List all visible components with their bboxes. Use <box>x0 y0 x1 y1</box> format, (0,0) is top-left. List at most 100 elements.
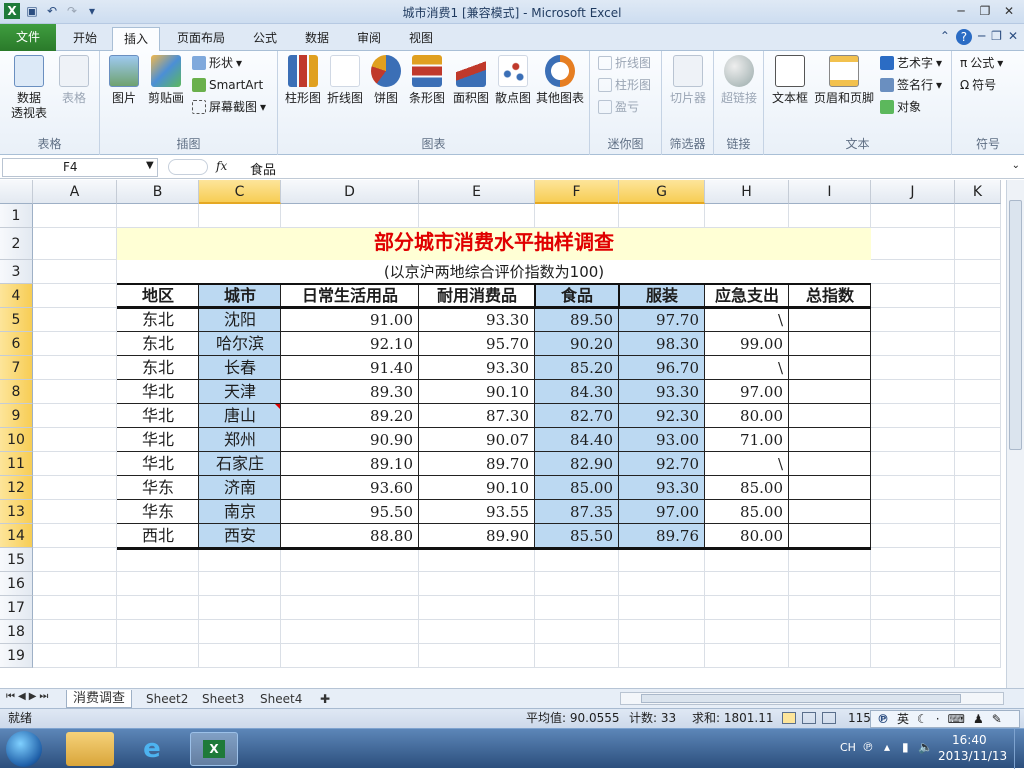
table-cell[interactable]: 西安 <box>199 524 281 548</box>
table-cell[interactable]: 95.70 <box>419 332 535 356</box>
table-cell[interactable]: 92.30 <box>619 404 705 428</box>
row-header[interactable]: 15 <box>0 548 33 572</box>
slicer-button[interactable]: 切片器 <box>666 55 710 106</box>
hyperlink-button[interactable]: 超链接 <box>718 55 760 106</box>
row-header[interactable]: 7 <box>0 356 33 380</box>
insert-sheet-icon[interactable]: ✚ <box>314 690 336 708</box>
shapes-button[interactable]: 形状 ▾ <box>192 55 242 71</box>
table-cell[interactable]: 85.00 <box>705 500 789 524</box>
column-header[interactable]: D <box>281 180 419 204</box>
table-cell[interactable]: 85.00 <box>535 476 619 500</box>
page-break-view-icon[interactable] <box>822 712 836 724</box>
column-header[interactable]: G <box>619 180 705 204</box>
doc-minimize-icon[interactable]: ─ <box>978 29 985 45</box>
zoom-level[interactable]: 115 <box>848 709 871 728</box>
table-header-cell[interactable]: 日常生活用品 <box>281 284 419 308</box>
table-cell[interactable]: 哈尔滨 <box>199 332 281 356</box>
row-header[interactable]: 11 <box>0 452 33 476</box>
row-header[interactable]: 13 <box>0 500 33 524</box>
worksheet-grid[interactable]: A B C D E F G H I J K 1 2 3 4 5 6 7 8 9 10 11 12 13 14 15 16 17 18 19… <box>0 180 1006 688</box>
row-header[interactable]: 19 <box>0 644 33 668</box>
textbox-button[interactable]: 文本框 <box>768 55 812 106</box>
table-header-cell[interactable]: 城市 <box>199 284 281 308</box>
row-header[interactable]: 17 <box>0 596 33 620</box>
tray-network-icon[interactable]: ▮ <box>902 740 909 754</box>
ime-moon-icon[interactable]: ☾ <box>917 710 928 729</box>
row-header[interactable]: 9 <box>0 404 33 428</box>
table-cell[interactable]: 沈阳 <box>199 308 281 332</box>
tray-language[interactable]: CH <box>840 741 856 754</box>
ime-lang[interactable]: 英 <box>897 710 909 729</box>
column-header[interactable]: A <box>33 180 117 204</box>
taskbar-excel-icon[interactable]: X <box>190 732 238 766</box>
line-chart-button[interactable]: 折线图 <box>324 55 366 106</box>
table-cell[interactable]: 石家庄 <box>199 452 281 476</box>
table-cell[interactable]: 80.00 <box>705 524 789 548</box>
table-cell[interactable]: 89.90 <box>419 524 535 548</box>
table-cell[interactable]: 95.50 <box>281 500 419 524</box>
tray-ime-icon[interactable]: ℗ <box>862 740 874 754</box>
table-cell[interactable]: 90.10 <box>419 380 535 404</box>
column-header[interactable]: K <box>955 180 1001 204</box>
ime-keyboard-icon[interactable]: ⌨ <box>948 710 965 729</box>
table-cell[interactable]: 82.90 <box>535 452 619 476</box>
table-cell[interactable]: 97.00 <box>705 380 789 404</box>
table-cell[interactable]: 东北 <box>117 308 199 332</box>
row-header[interactable]: 8 <box>0 380 33 404</box>
table-cell[interactable]: 88.80 <box>281 524 419 548</box>
row-header[interactable]: 18 <box>0 620 33 644</box>
restore-button[interactable]: ❐ <box>974 2 996 20</box>
table-cell[interactable]: 唐山 <box>199 404 281 428</box>
table-cell[interactable]: 90.07 <box>419 428 535 452</box>
table-cell[interactable]: 90.10 <box>419 476 535 500</box>
table-cell[interactable]: 华北 <box>117 452 199 476</box>
table-cell[interactable]: 92.10 <box>281 332 419 356</box>
tab-review[interactable]: 审阅 <box>346 27 392 51</box>
sheet-tab-1[interactable]: 消费调查 <box>66 690 133 708</box>
scatter-chart-button[interactable]: 散点图 <box>492 55 534 106</box>
table-button[interactable]: 表格 <box>56 55 92 106</box>
table-cell[interactable]: 87.35 <box>535 500 619 524</box>
table-cell[interactable]: 90.90 <box>281 428 419 452</box>
table-cell[interactable]: 93.55 <box>419 500 535 524</box>
column-header[interactable]: J <box>871 180 955 204</box>
page-layout-view-icon[interactable] <box>802 712 816 724</box>
vertical-scrollbar[interactable] <box>1006 180 1024 688</box>
table-cell[interactable]: 91.40 <box>281 356 419 380</box>
table-cell[interactable]: \ <box>705 308 789 332</box>
row-header[interactable]: 1 <box>0 204 33 228</box>
table-cell[interactable]: 85.50 <box>535 524 619 548</box>
tab-file[interactable]: 文件 <box>0 24 56 51</box>
sheet-tab-3[interactable]: Sheet3 <box>196 690 250 708</box>
sheet-tab-2[interactable]: Sheet2 <box>140 690 194 708</box>
table-cell[interactable]: 郑州 <box>199 428 281 452</box>
column-header[interactable]: B <box>117 180 199 204</box>
table-cell[interactable]: 西北 <box>117 524 199 548</box>
table-header-cell[interactable]: 耐用消费品 <box>419 284 535 308</box>
table-cell[interactable]: 89.76 <box>619 524 705 548</box>
start-button[interactable] <box>6 731 42 767</box>
horizontal-scrollbar[interactable] <box>620 692 1004 705</box>
tab-home[interactable]: 开始 <box>62 27 108 51</box>
table-cell[interactable]: 90.20 <box>535 332 619 356</box>
show-desktop-button[interactable] <box>1014 729 1024 769</box>
sheet-tab-4[interactable]: Sheet4 <box>254 690 308 708</box>
table-cell[interactable]: 东北 <box>117 356 199 380</box>
table-cell[interactable]: 93.30 <box>419 356 535 380</box>
row-header[interactable]: 2 <box>0 228 33 260</box>
table-cell[interactable]: 92.70 <box>619 452 705 476</box>
spark-winloss-button[interactable]: 盈亏 <box>598 99 639 115</box>
row-header[interactable]: 3 <box>0 260 33 284</box>
table-cell[interactable]: 99.00 <box>705 332 789 356</box>
table-cell[interactable]: 85.00 <box>705 476 789 500</box>
doc-close-icon[interactable]: ✕ <box>1008 29 1018 45</box>
clipart-button[interactable]: 剪贴画 <box>146 55 186 106</box>
table-cell[interactable]: 南京 <box>199 500 281 524</box>
ime-punct-icon[interactable]: · <box>936 710 940 729</box>
wordart-button[interactable]: 艺术字 ▾ <box>880 55 942 71</box>
sheet-subtitle[interactable]: (以京沪两地综合评价指数为100) <box>117 260 871 284</box>
tray-date[interactable]: 2013/11/13 <box>938 749 1007 763</box>
table-cell[interactable]: 93.30 <box>619 476 705 500</box>
table-cell[interactable]: 华北 <box>117 404 199 428</box>
vertical-scroll-thumb[interactable] <box>1009 200 1022 450</box>
